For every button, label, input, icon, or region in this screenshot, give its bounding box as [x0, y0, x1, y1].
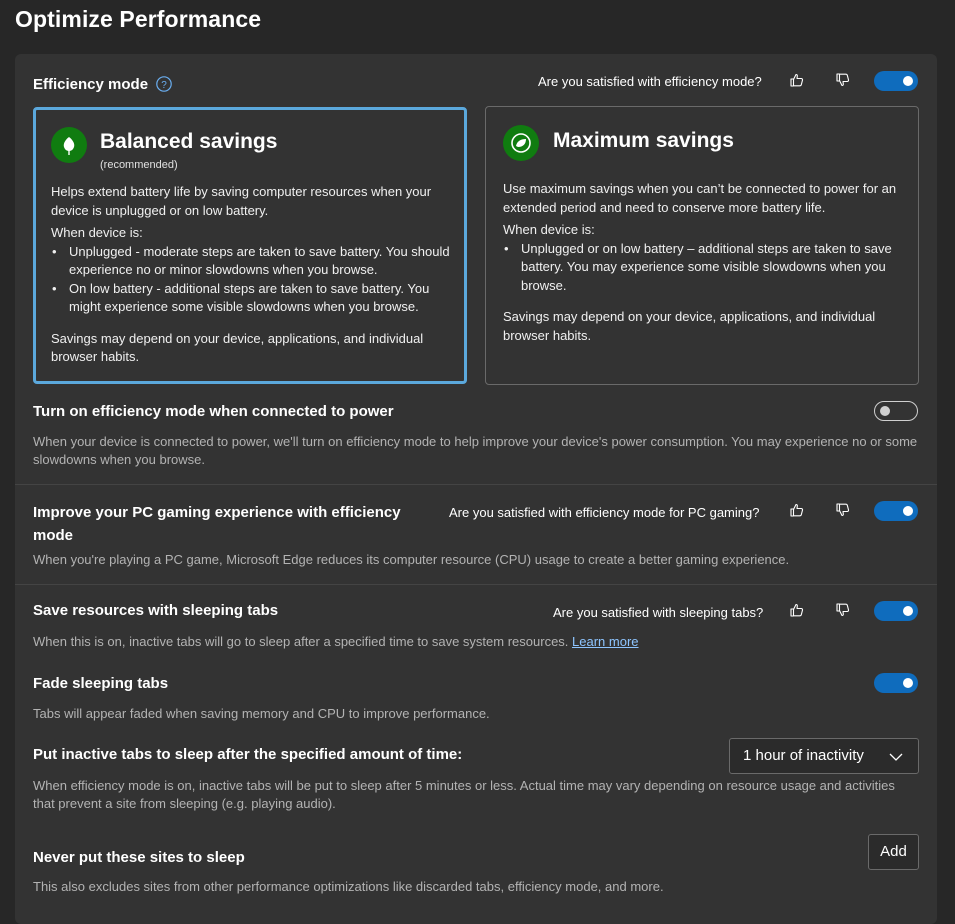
svg-text:?: ?	[161, 80, 167, 91]
thumbs-down-icon[interactable]	[835, 72, 851, 88]
section-divider	[15, 484, 937, 485]
inactive-title: Put inactive tabs to sleep after the spe…	[33, 746, 463, 763]
gaming-feedback-question: Are you satisfied with efficiency mode f…	[449, 505, 760, 520]
sleeping-tabs-toggle[interactable]	[874, 601, 918, 621]
card-bullets: Unplugged or on low battery – additional…	[503, 240, 909, 296]
thumbs-down-icon[interactable]	[835, 502, 851, 518]
never-sleep-title: Never put these sites to sleep	[33, 849, 245, 866]
card-footer: Savings may depend on your device, appli…	[503, 309, 876, 343]
inactive-description: When efficiency mode is on, inactive tab…	[33, 778, 895, 811]
card-bullet: On low battery - additional steps are ta…	[52, 280, 455, 317]
card-bullet: Unplugged or on low battery – additional…	[504, 240, 909, 296]
sleeping-feedback-question: Are you satisfied with sleeping tabs?	[553, 605, 764, 620]
never-sleep-description: This also excludes sites from other perf…	[33, 879, 664, 894]
sleeping-description-text: When this is on, inactive tabs will go t…	[33, 634, 569, 649]
chevron-down-icon	[888, 749, 904, 765]
card-body: Helps extend battery life by saving comp…	[51, 183, 455, 367]
thumbs-up-icon[interactable]	[789, 72, 805, 88]
add-site-button[interactable]: Add	[868, 834, 919, 870]
sleeping-tabs-description: When this is on, inactive tabs will go t…	[33, 633, 923, 651]
card-when: When device is:	[51, 225, 143, 240]
inactivity-selected-value: 1 hour of inactivity	[743, 747, 864, 764]
thumbs-up-icon[interactable]	[789, 602, 805, 618]
card-bullets: Unplugged - moderate steps are taken to …	[51, 243, 455, 317]
inactivity-dropdown[interactable]: 1 hour of inactivity	[729, 738, 919, 774]
leaves-icon	[503, 125, 539, 161]
learn-more-link[interactable]: Learn more	[572, 634, 638, 649]
power-title: Turn on efficiency mode when connected t…	[33, 403, 394, 420]
card-body: Use maximum savings when you can’t be co…	[503, 180, 909, 345]
thumbs-up-icon[interactable]	[789, 502, 805, 518]
section-divider	[15, 584, 937, 585]
maximum-savings-card[interactable]: Maximum savings Use maximum savings when…	[485, 106, 919, 385]
card-title: Maximum savings	[553, 129, 734, 152]
power-description: When your device is connected to power, …	[33, 434, 918, 467]
fade-tabs-toggle[interactable]	[874, 673, 918, 693]
gaming-description: When you're playing a PC game, Microsoft…	[33, 552, 790, 567]
power-efficiency-toggle[interactable]	[874, 401, 918, 421]
card-when: When device is:	[503, 222, 595, 237]
gaming-efficiency-toggle[interactable]	[874, 501, 918, 521]
card-title: Balanced savings	[100, 130, 278, 153]
performance-panel: Efficiency mode ? Are you satisfied with…	[15, 54, 937, 924]
card-subtitle: (recommended)	[100, 159, 178, 171]
gaming-title: Improve your PC gaming experience with e…	[33, 504, 401, 544]
balanced-savings-card[interactable]: Balanced savings (recommended) Helps ext…	[33, 107, 467, 384]
fade-tabs-description: Tabs will appear faded when saving memor…	[33, 706, 490, 721]
efficiency-mode-toggle[interactable]	[874, 71, 918, 91]
leaf-icon	[51, 127, 87, 163]
sleeping-tabs-title: Save resources with sleeping tabs	[33, 602, 279, 619]
efficiency-mode-title: Efficiency mode	[33, 76, 149, 93]
page-title: Optimize Performance	[15, 6, 262, 32]
card-footer: Savings may depend on your device, appli…	[51, 330, 424, 365]
thumbs-down-icon[interactable]	[835, 602, 851, 618]
card-bullet: Unplugged - moderate steps are taken to …	[52, 243, 455, 280]
question-circle-icon[interactable]: ?	[156, 76, 172, 92]
efficiency-feedback-question: Are you satisfied with efficiency mode?	[538, 74, 762, 89]
fade-tabs-title: Fade sleeping tabs	[33, 675, 169, 692]
card-intro: Use maximum savings when you can’t be co…	[503, 181, 897, 215]
card-intro: Helps extend battery life by saving comp…	[51, 184, 432, 218]
